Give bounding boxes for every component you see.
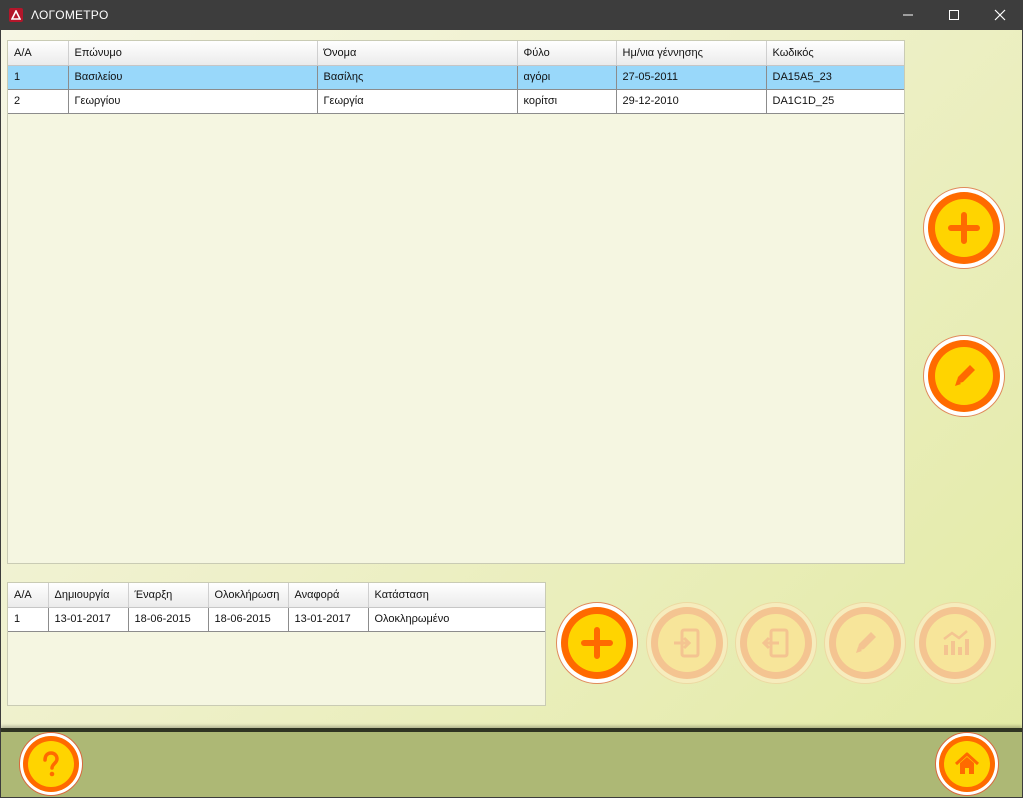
home-icon: [954, 752, 980, 774]
students-table: Α/Α Επώνυμο Όνομα Φύλο Ημ/νια γέννησης Κ…: [8, 41, 904, 114]
close-icon: [994, 9, 1006, 21]
cell-code: DA1C1D_25: [766, 89, 904, 114]
maximize-icon: [949, 10, 959, 20]
pencil-icon: [856, 632, 876, 653]
table-row[interactable]: 1 13-01-2017 18-06-2015 18-06-2015 13-01…: [8, 607, 545, 632]
help-button[interactable]: [19, 732, 83, 796]
column-header-surname[interactable]: Επώνυμο: [68, 41, 318, 66]
column-header-code[interactable]: Κωδικός: [766, 41, 904, 66]
cell-start: 18-06-2015: [128, 607, 209, 632]
column-header-aa[interactable]: Α/Α: [8, 583, 49, 608]
cell-surname: Γεωργίου: [68, 89, 318, 114]
column-header-firstname[interactable]: Όνομα: [317, 41, 518, 66]
cell-report: 13-01-2017: [288, 607, 369, 632]
table-row[interactable]: 1 Βασιλείου Βασίλης αγόρι 27-05-2011 DA1…: [8, 65, 904, 90]
sessions-table: Α/Α Δημιουργία Έναρξη Ολοκλήρωση Αναφορά…: [8, 583, 545, 632]
edit-session-button[interactable]: [824, 602, 906, 684]
cell-firstname: Γεωργία: [317, 89, 518, 114]
tablet-import-icon: [674, 628, 700, 658]
home-button[interactable]: [935, 732, 999, 796]
students-header-row: Α/Α Επώνυμο Όνομα Φύλο Ημ/νια γέννησης Κ…: [8, 41, 904, 66]
cell-gender: αγόρι: [517, 65, 617, 90]
plus-icon: [581, 627, 613, 659]
tablet-export-icon: [761, 628, 789, 658]
bottom-bar: [1, 728, 1022, 797]
export-session-button[interactable]: [735, 602, 817, 684]
minimize-button[interactable]: [885, 0, 931, 30]
column-header-aa[interactable]: Α/Α: [8, 41, 69, 66]
cell-code: DA15A5_23: [766, 65, 904, 90]
minimize-icon: [903, 14, 913, 16]
plus-icon: [948, 212, 980, 244]
column-header-gender[interactable]: Φύλο: [517, 41, 617, 66]
window-title: ΛΟΓΟΜΕΤΡΟ: [31, 8, 109, 22]
cell-surname: Βασιλείου: [68, 65, 318, 90]
pencil-icon: [955, 365, 975, 386]
column-header-birthdate[interactable]: Ημ/νια γέννησης: [616, 41, 767, 66]
cell-firstname: Βασίλης: [317, 65, 518, 90]
sessions-grid[interactable]: Α/Α Δημιουργία Έναρξη Ολοκλήρωση Αναφορά…: [7, 582, 546, 706]
main-panel: Α/Α Επώνυμο Όνομα Φύλο Ημ/νια γέννησης Κ…: [1, 30, 1022, 797]
students-grid[interactable]: Α/Α Επώνυμο Όνομα Φύλο Ημ/νια γέννησης Κ…: [7, 40, 905, 564]
column-header-report[interactable]: Αναφορά: [288, 583, 369, 608]
title-bar: ΛΟΓΟΜΕΤΡΟ: [0, 0, 1023, 30]
import-session-button[interactable]: [646, 602, 728, 684]
maximize-button[interactable]: [931, 0, 977, 30]
column-header-start[interactable]: Έναρξη: [128, 583, 209, 608]
add-session-button[interactable]: [556, 602, 638, 684]
cell-aa: 1: [8, 607, 49, 632]
cell-gender: κορίτσι: [517, 89, 617, 114]
chart-icon: [943, 630, 969, 655]
cell-birthdate: 29-12-2010: [616, 89, 767, 114]
cell-created: 13-01-2017: [48, 607, 129, 632]
cell-aa: 1: [8, 65, 69, 90]
column-header-completion[interactable]: Ολοκλήρωση: [208, 583, 289, 608]
question-icon: [43, 751, 59, 777]
add-student-button[interactable]: [923, 187, 1005, 269]
close-button[interactable]: [977, 0, 1023, 30]
cell-completion: 18-06-2015: [208, 607, 289, 632]
edit-student-button[interactable]: [923, 335, 1005, 417]
column-header-status[interactable]: Κατάσταση: [368, 583, 545, 608]
app-icon: [9, 8, 23, 22]
cell-status: Ολοκληρωμένο: [368, 607, 545, 632]
column-header-created[interactable]: Δημιουργία: [48, 583, 129, 608]
cell-aa: 2: [8, 89, 69, 114]
session-report-button[interactable]: [914, 602, 996, 684]
table-row[interactable]: 2 Γεωργίου Γεωργία κορίτσι 29-12-2010 DA…: [8, 89, 904, 114]
sessions-header-row: Α/Α Δημιουργία Έναρξη Ολοκλήρωση Αναφορά…: [8, 583, 545, 608]
cell-birthdate: 27-05-2011: [616, 65, 767, 90]
